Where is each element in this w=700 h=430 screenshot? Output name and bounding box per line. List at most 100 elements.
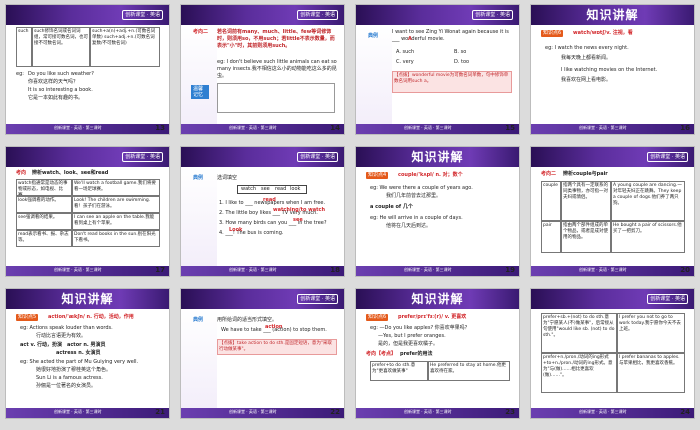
table-cell: I prefer you not to go to work today.我宁愿…	[617, 313, 685, 353]
slide-thumbnail-21[interactable]: 知识讲解 知识点5 action/'ækʃn/ n. 行动，活动，作用 eg: …	[5, 288, 170, 419]
slide-footer: 创新课堂 · 英语 · 第三课时	[181, 266, 344, 276]
footer-text: 创新课堂 · 英语 · 第三课时	[54, 267, 102, 272]
slide-number: 20	[680, 266, 690, 274]
example-line: 我们几年前曾去过那里。	[386, 193, 442, 199]
phrase-line: a couple of 几个	[370, 204, 413, 210]
option-c: C. very	[396, 59, 414, 65]
slide-banner: 创新课堂 · 英语	[181, 147, 344, 167]
focus-label: 考向二	[541, 171, 557, 177]
slide-number: 18	[330, 266, 340, 274]
example-line: eg: Actions speak louder than words.	[20, 325, 113, 331]
example-line: —Yes, but I prefer oranges.	[378, 333, 446, 339]
slide-banner: 创新课堂 · 英语	[531, 289, 694, 309]
table-cell: Look! The children are swimming.看！孩子们在游泳…	[72, 196, 160, 213]
slide-banner: 创新课堂 · 英语	[181, 5, 344, 25]
slide-footer: 创新课堂 · 英语 · 第三课时	[181, 124, 344, 134]
eg-label: eg:	[16, 71, 24, 77]
slide-thumbnail-13[interactable]: 创新课堂 · 英语 such such修饰名词或名词词组，常可接可数名词，也可接…	[5, 4, 170, 135]
word-bank-item: watch	[241, 186, 257, 192]
slide-number: 14	[330, 124, 340, 132]
answer-text: read	[263, 197, 276, 203]
footer-text: 创新课堂 · 英语 · 第三课时	[404, 267, 452, 272]
slide-title: 知识讲解	[411, 292, 464, 306]
example-line: eg: —Do you like apples? 你喜欢苹果吗？	[370, 325, 470, 331]
example-line: 你喜欢这样的天气吗？	[28, 79, 79, 85]
memo-box	[217, 83, 335, 113]
slide-banner: 知识讲解	[531, 5, 694, 25]
answer-text: A	[408, 36, 412, 42]
slide-thumbnail-14[interactable]: 创新课堂 · 英语 考向二 若名词前有many、much、little、few等…	[180, 4, 345, 135]
slide-banner: 创新课堂 · 英语	[6, 5, 169, 25]
table-cell: Don't read books in the sun.别在阳光下看书。	[72, 230, 160, 247]
table-cell: He preferred to stay at home.他更喜欢待在家。	[428, 361, 510, 381]
slide-footer: 创新课堂 · 英语 · 第三课时	[531, 266, 694, 276]
slide-number: 24	[680, 408, 690, 416]
footer-text: 创新课堂 · 英语 · 第三课时	[54, 125, 102, 130]
slide-thumbnail-grid: 创新课堂 · 英语 such such修饰名词或名词词组，常可接可数名词，也可接…	[0, 0, 700, 430]
example-label: 典例	[368, 33, 379, 39]
instruction-text: 用所给词的适当形式填空。	[217, 317, 278, 323]
slide-number: 21	[155, 408, 165, 416]
hint-box: 【点拨】take action to do sth.是固定短语，意为"采取行动做…	[217, 339, 337, 355]
slide-tag: 创新课堂 · 英语	[297, 152, 338, 162]
slide-number: 17	[155, 266, 165, 274]
slide-footer: 创新课堂 · 英语 · 第三课时	[6, 408, 169, 418]
slide-thumbnail-23[interactable]: 知识讲解 知识点6 prefer/prɪ'fɜː(r)/ v. 更喜欢 eg: …	[355, 288, 520, 419]
slide-footer: 创新课堂 · 英语 · 第三课时	[6, 124, 169, 134]
option-a: A. such	[396, 49, 415, 55]
slide-tag: 创新课堂 · 英语	[472, 10, 513, 20]
table-cell: 指两个具有一定联系的同类事物，亦可指一对夫妇或情侣。	[561, 181, 611, 221]
table-cell: I can see an apple on the table.我能看到桌上有个…	[72, 213, 160, 230]
example-line: 孙俪是一位著名的女演员。	[36, 383, 97, 389]
footer-text: 创新课堂 · 英语 · 第三课时	[404, 125, 452, 130]
knowledge-point-title: prefer/prɪ'fɜː(r)/ v. 更喜欢	[398, 314, 467, 320]
example-line: eg: He will arrive in a couple of days.	[370, 215, 463, 221]
table-cell: watch指通常是动态的事物或形态，如电视、比赛。	[16, 179, 72, 196]
memo-badge: 温馨记忆	[191, 85, 209, 99]
answer-text: action	[265, 324, 283, 330]
slide-thumbnail-16[interactable]: 知识讲解 知识点6 watch/wɒtʃ/v. 注视，看 eg: I watch…	[530, 4, 695, 135]
example-label: 典例	[193, 317, 204, 323]
knowledge-point-badge: 知识点4	[366, 172, 389, 179]
table-cell: read表示看书、报、杂志等。	[16, 230, 72, 247]
slide-tag: 创新课堂 · 英语	[647, 152, 688, 162]
slide-number: 15	[505, 124, 515, 132]
slide-thumbnail-22[interactable]: 创新课堂 · 英语 典例 用所给词的适当形式填空。 We have to tak…	[180, 288, 345, 419]
table-cell: prefer+to do sth.意为"更喜欢做某事"	[370, 361, 428, 381]
focus-title: 辨析couple与pair	[563, 171, 608, 177]
table-cell: see强调看的结果。	[16, 213, 72, 230]
slide-thumbnail-15[interactable]: 创新课堂 · 英语 典例 I want to see Zing Yi Wonat…	[355, 4, 520, 135]
table-cell: prefer+n./pron./动词的ing形式+to+n./pron./动词的…	[541, 353, 617, 393]
table-cell: 指由两个部件组成的单个物品，或者是成对使用的物品。	[561, 221, 611, 253]
answer-text: watching/to watch	[273, 207, 326, 213]
slide-footer: 创新课堂 · 英语 · 第三课时	[181, 408, 344, 418]
example-text: eg: I don't believe such little animals …	[217, 59, 337, 79]
focus-label: 考向二	[193, 29, 209, 35]
focus-title: 辨析watch、look、see和read	[32, 170, 109, 176]
slide-banner: 创新课堂 · 英语	[6, 147, 169, 167]
slide-thumbnail-24[interactable]: 创新课堂 · 英语 prefer+sb.+(not) to do sth.意为"…	[530, 288, 695, 419]
example-line: It is so interesting a book.	[28, 87, 93, 93]
table-cell-label: pair	[541, 221, 561, 253]
slide-tag: 创新课堂 · 英语	[122, 152, 163, 162]
example-line: Do you like such weather?	[28, 71, 94, 77]
slide-thumbnail-19[interactable]: 知识讲解 知识点4 couple/'kʌpl/ n. 对；数个 eg: We w…	[355, 146, 520, 277]
word-bank-item: look	[290, 186, 301, 192]
derivative-line: actress n. 女演员	[56, 350, 101, 356]
knowledge-point-title: watch/wɒtʃ/v. 注视，看	[573, 30, 633, 36]
exercise-item: 1. I like to ___ newspapers when I am fr…	[219, 200, 326, 206]
derivative-line: act v. 行动，扮演 actor n. 男演员	[20, 342, 106, 348]
slide-tag: 创新课堂 · 英语	[297, 294, 338, 304]
footer-text: 创新课堂 · 英语 · 第三课时	[229, 267, 277, 272]
slide-thumbnail-17[interactable]: 创新课堂 · 英语 考向 辨析watch、look、see和read watch…	[5, 146, 170, 277]
example-line: 是的，但是我更喜欢橘子。	[378, 341, 439, 347]
slide-thumbnail-18[interactable]: 创新课堂 · 英语 典例 选词填空 watch see read look 1.…	[180, 146, 345, 277]
exercise-item: 3. How many birds can you ___ in the tre…	[219, 220, 327, 226]
answer-text: see	[293, 217, 303, 223]
slide-footer: 创新课堂 · 英语 · 第三课时	[356, 266, 519, 276]
slide-thumbnail-20[interactable]: 创新课堂 · 英语 考向二 辨析couple与pair couple 指两个具有…	[530, 146, 695, 277]
slide-banner: 知识讲解	[6, 289, 169, 309]
slide-banner: 知识讲解	[356, 289, 519, 309]
table-cell: We'll watch a football game.我们将要看一场足球赛。	[72, 179, 160, 196]
slide-footer: 创新课堂 · 英语 · 第三课时	[6, 266, 169, 276]
